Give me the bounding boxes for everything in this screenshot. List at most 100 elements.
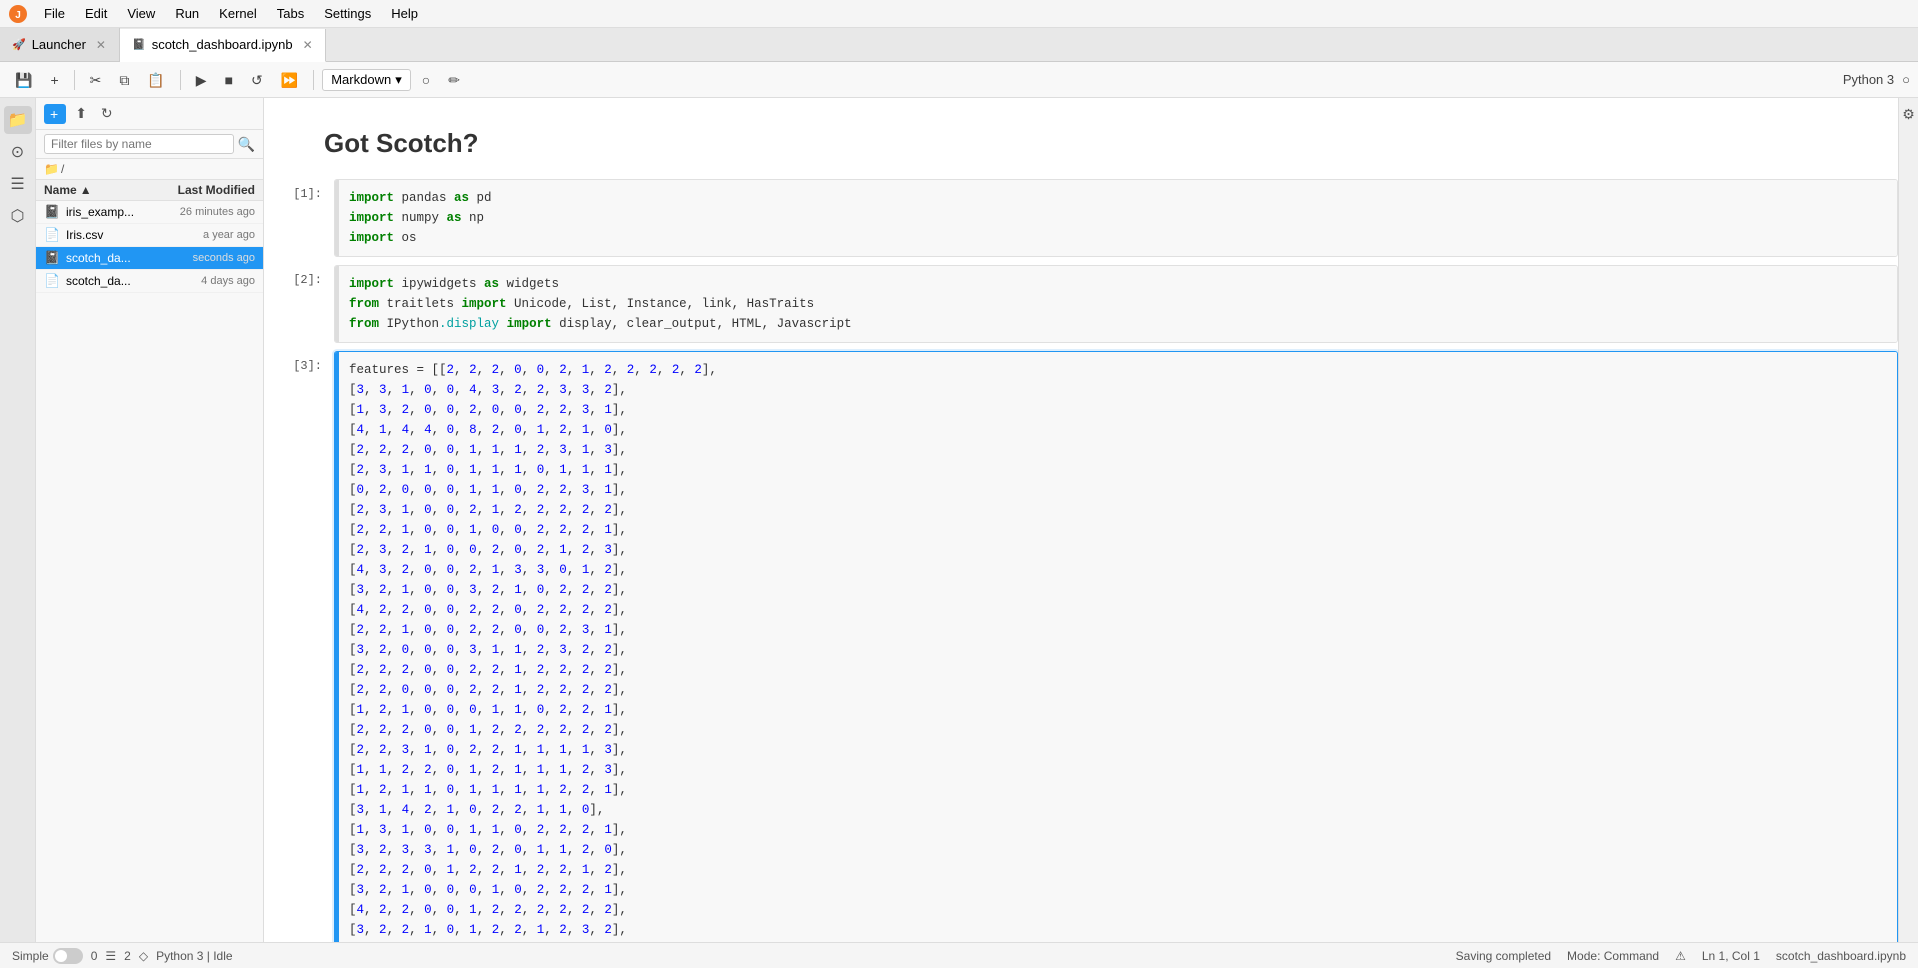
cell-prompt-3: [3]: bbox=[264, 351, 334, 942]
file-modified-iris-csv: a year ago bbox=[155, 229, 255, 241]
list-item[interactable]: 📓 scotch_da... seconds ago bbox=[36, 247, 263, 270]
tab-launcher[interactable]: 🚀 Launcher ✕ bbox=[0, 28, 120, 61]
menu-settings[interactable]: Settings bbox=[316, 4, 379, 23]
toolbar-separator-2 bbox=[180, 70, 181, 90]
refresh-button[interactable]: ↻ bbox=[96, 102, 118, 125]
restart-run-button[interactable]: ⏩ bbox=[274, 69, 305, 91]
cell-code-1[interactable]: import pandas as pd import numpy as np i… bbox=[339, 180, 1897, 256]
notebook-toolbar: 💾 + ✂ ⧉ 📋 ▶ ■ ↺ ⏩ Markdown ▾ ○ ✏ Python … bbox=[0, 62, 1918, 98]
menu-view[interactable]: View bbox=[119, 4, 163, 23]
cell-content-3[interactable]: features = [[2, 2, 2, 0, 0, 2, 1, 2, 2, … bbox=[334, 351, 1898, 942]
notebook-area: Got Scotch? [1]: import pandas as pd imp… bbox=[264, 98, 1898, 942]
add-cell-button[interactable]: + bbox=[43, 69, 65, 91]
file-list-header: Name ▲ Last Modified bbox=[36, 180, 263, 201]
simple-toggle[interactable]: Simple bbox=[12, 948, 83, 964]
notebook-icon: 📓 bbox=[132, 38, 146, 51]
settings-panel: ⚙ bbox=[1898, 98, 1918, 942]
circle-icon-button[interactable]: ○ bbox=[415, 69, 437, 91]
list-item[interactable]: 📄 Iris.csv a year ago bbox=[36, 224, 263, 247]
cell-code-2[interactable]: import ipywidgets as widgets from traitl… bbox=[339, 266, 1897, 342]
kernel-idle-label: Python 3 | Idle bbox=[156, 949, 233, 963]
menu-help[interactable]: Help bbox=[383, 4, 426, 23]
left-panel: 📁 ⊙ ☰ ⬡ + ⬆ ↻ 🔍 📁 / bbox=[0, 98, 264, 942]
cell-content-1[interactable]: import pandas as pd import numpy as np i… bbox=[334, 179, 1898, 257]
notebook-content: Got Scotch? [1]: import pandas as pd imp… bbox=[264, 98, 1898, 942]
warning-icon: ⚠ bbox=[1675, 949, 1686, 963]
file-icon-iris-csv: 📄 bbox=[44, 227, 60, 243]
new-button[interactable]: + bbox=[44, 104, 66, 124]
notebook-cell-2: [2]: import ipywidgets as widgets from t… bbox=[264, 265, 1898, 343]
breadcrumb: 📁 / bbox=[36, 159, 263, 180]
search-bar: 🔍 bbox=[36, 130, 263, 159]
file-icon-iris-example: 📓 bbox=[44, 204, 60, 220]
simple-toggle-switch[interactable] bbox=[53, 948, 83, 964]
status-bar: Simple 0 ☰ 2 ◇ Python 3 | Idle Saving co… bbox=[0, 942, 1918, 968]
file-modified-scotch-da-ipynb: seconds ago bbox=[155, 252, 255, 264]
paste-button[interactable]: 📋 bbox=[140, 69, 171, 91]
file-name-scotch-da-ipynb: scotch_da... bbox=[66, 251, 155, 265]
status-left: Simple 0 ☰ 2 ◇ Python 3 | Idle bbox=[12, 948, 233, 964]
sidebar-icons: 📁 ⊙ ☰ ⬡ bbox=[0, 98, 36, 942]
sort-icon: ▲ bbox=[80, 183, 92, 197]
file-icon-scotch-da-ipynb: 📓 bbox=[44, 250, 60, 266]
col-name-header[interactable]: Name ▲ bbox=[44, 183, 135, 197]
cell-content-2[interactable]: import ipywidgets as widgets from traitl… bbox=[334, 265, 1898, 343]
kernel-selector[interactable]: Markdown ▾ bbox=[322, 69, 411, 91]
notebook-file-label: scotch_dashboard.ipynb bbox=[1776, 949, 1906, 963]
launcher-icon: 🚀 bbox=[12, 38, 26, 51]
saving-status-label: Saving completed bbox=[1456, 949, 1551, 963]
file-modified-scotch-da-py: 4 days ago bbox=[155, 275, 255, 287]
save-button[interactable]: 💾 bbox=[8, 69, 39, 91]
kernel-name-label: Python 3 bbox=[1843, 72, 1894, 87]
col-modified-header[interactable]: Last Modified bbox=[135, 183, 255, 197]
restart-button[interactable]: ↺ bbox=[244, 69, 270, 91]
sidebar-icon-running[interactable]: ⊙ bbox=[4, 138, 32, 166]
close-launcher-button[interactable]: ✕ bbox=[96, 38, 106, 52]
folder-icon: 📁 bbox=[44, 162, 59, 176]
status-icon-2: ◇ bbox=[139, 949, 148, 963]
simple-label: Simple bbox=[12, 949, 49, 963]
sidebar-icon-commands[interactable]: ☰ bbox=[4, 170, 32, 198]
toolbar-right: Python 3 ○ bbox=[1843, 72, 1910, 87]
status-count: 2 bbox=[124, 949, 131, 963]
settings-gear-icon[interactable]: ⚙ bbox=[1898, 102, 1918, 127]
file-modified-iris-example: 26 minutes ago bbox=[155, 206, 255, 218]
menu-bar: J File Edit View Run Kernel Tabs Setting… bbox=[0, 0, 1918, 28]
list-item[interactable]: 📄 scotch_da... 4 days ago bbox=[36, 270, 263, 293]
menu-file[interactable]: File bbox=[36, 4, 73, 23]
svg-text:J: J bbox=[15, 10, 21, 21]
close-notebook-button[interactable]: ✕ bbox=[303, 38, 313, 52]
pencil-icon-button[interactable]: ✏ bbox=[441, 69, 467, 91]
tab-notebook[interactable]: 📓 scotch_dashboard.ipynb ✕ bbox=[120, 29, 326, 62]
run-button[interactable]: ▶ bbox=[189, 69, 214, 91]
list-item[interactable]: 📓 iris_examp... 26 minutes ago bbox=[36, 201, 263, 224]
stop-button[interactable]: ■ bbox=[218, 69, 240, 91]
menu-run[interactable]: Run bbox=[167, 4, 207, 23]
menu-kernel[interactable]: Kernel bbox=[211, 4, 265, 23]
file-name-iris-example: iris_examp... bbox=[66, 205, 155, 219]
cell-prompt-1: [1]: bbox=[264, 179, 334, 257]
file-icon-scotch-da-py: 📄 bbox=[44, 273, 60, 289]
notebook-cell-1: [1]: import pandas as pd import numpy as… bbox=[264, 179, 1898, 257]
search-icon[interactable]: 🔍 bbox=[238, 136, 255, 153]
menu-tabs[interactable]: Tabs bbox=[269, 4, 312, 23]
ln-col-label: Ln 1, Col 1 bbox=[1702, 949, 1760, 963]
menu-edit[interactable]: Edit bbox=[77, 4, 115, 23]
file-browser-toolbar: + ⬆ ↻ bbox=[36, 98, 263, 130]
status-icon-1: ☰ bbox=[105, 949, 116, 963]
cell-code-3[interactable]: features = [[2, 2, 2, 0, 0, 2, 1, 2, 2, … bbox=[339, 352, 1897, 942]
status-zero: 0 bbox=[91, 949, 98, 963]
toolbar-separator-3 bbox=[313, 70, 314, 90]
cut-button[interactable]: ✂ bbox=[83, 69, 109, 91]
tab-launcher-label: Launcher bbox=[32, 37, 86, 52]
sidebar-icon-extensions[interactable]: ⬡ bbox=[4, 202, 32, 230]
upload-button[interactable]: ⬆ bbox=[70, 102, 92, 125]
chevron-down-icon: ▾ bbox=[395, 72, 402, 88]
breadcrumb-path: / bbox=[61, 162, 64, 176]
main-layout: 📁 ⊙ ☰ ⬡ + ⬆ ↻ 🔍 📁 / bbox=[0, 98, 1918, 942]
file-name-scotch-da-py: scotch_da... bbox=[66, 274, 155, 288]
search-input[interactable] bbox=[44, 134, 234, 154]
cell-prompt-2: [2]: bbox=[264, 265, 334, 343]
copy-button[interactable]: ⧉ bbox=[112, 69, 136, 91]
sidebar-icon-files[interactable]: 📁 bbox=[4, 106, 32, 134]
